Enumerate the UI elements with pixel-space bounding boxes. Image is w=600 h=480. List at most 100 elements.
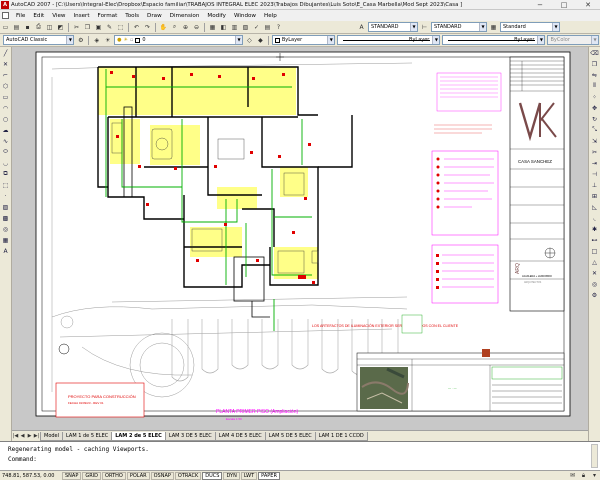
tab-lam-2-elec[interactable]: LAM 2 de 5 ELEC [111, 432, 166, 441]
copy-icon[interactable]: ❐ [83, 23, 92, 32]
join-icon[interactable]: ⊞ [590, 191, 600, 201]
markup-icon[interactable]: ✓ [252, 23, 261, 32]
linetype-select[interactable]: ByLayer ▼ [337, 35, 441, 45]
sheet-set-icon[interactable]: ▧ [241, 23, 250, 32]
dropdown-arrow-icon[interactable]: ▼ [537, 36, 545, 44]
dropdown-arrow-icon[interactable]: ▼ [327, 36, 335, 44]
redo-icon[interactable]: ↷ [143, 23, 152, 32]
tab-model[interactable]: Model [40, 432, 64, 441]
grid-toggle[interactable]: GRID [82, 471, 102, 480]
tab-lam-5-elec[interactable]: LAM 5 DE 5 ELEC [264, 432, 316, 441]
ducs-toggle[interactable]: DUCS [202, 471, 223, 480]
rectangle-icon[interactable]: ▭ [1, 92, 11, 102]
undo-icon[interactable]: ↶ [132, 23, 141, 32]
last-tab-button[interactable]: ▶| [33, 432, 40, 441]
offset-icon[interactable]: ⫴ [590, 81, 600, 91]
document-icon[interactable] [2, 12, 9, 19]
snap-from-icon[interactable]: ⊷ [590, 235, 600, 245]
midpoint-snap-icon[interactable]: △ [590, 257, 600, 267]
line-icon[interactable]: ╱ [1, 48, 11, 58]
new-file-icon[interactable]: ▭ [1, 23, 10, 32]
copy-object-icon[interactable]: ❐ [590, 59, 600, 69]
paste-icon[interactable]: ▣ [94, 23, 103, 32]
pan-icon[interactable]: ✋ [159, 23, 168, 32]
region-icon[interactable]: ◎ [1, 224, 11, 234]
endpoint-snap-icon[interactable]: □ [590, 246, 600, 256]
tab-lam-4-elec[interactable]: LAM 4 DE 5 ELEC [214, 432, 266, 441]
construction-line-icon[interactable]: ✕ [1, 59, 11, 69]
layer-select[interactable]: ● ☀ ▫ 0 ▼ [114, 35, 243, 45]
menu-draw[interactable]: Draw [143, 13, 166, 19]
menu-edit[interactable]: Edit [29, 13, 48, 19]
make-current-layer-icon[interactable]: ◇ [245, 36, 254, 45]
communication-center-icon[interactable]: ✉ [568, 471, 577, 480]
minimize-button[interactable]: − [528, 0, 552, 10]
workspace-select[interactable]: AutoCAD Classic ▼ [3, 35, 75, 45]
paper-toggle[interactable]: PAPER [258, 471, 280, 480]
dropdown-arrow-icon[interactable]: ▼ [66, 36, 74, 44]
osnap-toggle[interactable]: OSNAP [150, 471, 174, 480]
dyn-toggle[interactable]: DYN [223, 471, 240, 480]
extend-icon[interactable]: ⇥ [590, 158, 600, 168]
explode-icon[interactable]: ✱ [590, 224, 600, 234]
block-editor-icon[interactable]: ⬚ [116, 23, 125, 32]
rotate-icon[interactable]: ↻ [590, 114, 600, 124]
ellipse-icon[interactable]: ⬭ [1, 147, 11, 157]
lwt-toggle[interactable]: LWT [240, 471, 258, 480]
dropdown-arrow-icon[interactable]: ▼ [235, 36, 242, 44]
center-snap-icon[interactable]: ◎ [590, 279, 600, 289]
menu-tools[interactable]: Tools [121, 13, 143, 19]
cut-icon[interactable]: ✂ [72, 23, 81, 32]
command-scrollbar[interactable] [591, 444, 598, 468]
open-file-icon[interactable]: ▤ [12, 23, 21, 32]
array-icon[interactable]: ⁘ [590, 92, 600, 102]
menu-window[interactable]: Window [230, 13, 260, 19]
status-menu-icon[interactable]: ▾ [590, 471, 599, 480]
revision-cloud-icon[interactable]: ☁ [1, 125, 11, 135]
tab-lam-1-elec[interactable]: LAM 1 de 5 ELEC [62, 432, 113, 441]
hatch-icon[interactable]: ▨ [1, 202, 11, 212]
menu-help[interactable]: Help [260, 13, 281, 19]
menu-dimension[interactable]: Dimension [166, 13, 204, 19]
maximize-button[interactable]: □ [552, 0, 576, 10]
multiline-text-icon[interactable]: A [1, 246, 11, 256]
next-tab-button[interactable]: ▶ [26, 432, 33, 441]
first-tab-button[interactable]: |◀ [12, 432, 19, 441]
plot-preview-icon[interactable]: ◫ [45, 23, 54, 32]
scale-icon[interactable]: ⤡ [590, 125, 600, 135]
menu-file[interactable]: File [12, 13, 29, 19]
stretch-icon[interactable]: ⇲ [590, 136, 600, 146]
color-select[interactable]: ByLayer ▼ [271, 35, 336, 45]
erase-icon[interactable]: ⌫ [590, 48, 600, 58]
cursor-coordinates[interactable]: 748.81, 587.53, 0.00 [0, 473, 62, 479]
arc-icon[interactable]: ◠ [1, 103, 11, 113]
layer-properties-icon[interactable]: ◈ [92, 36, 101, 45]
trim-icon[interactable]: ✂ [590, 147, 600, 157]
print-icon[interactable]: ⎙ [34, 23, 43, 32]
dropdown-arrow-icon[interactable]: ▼ [410, 23, 417, 31]
menu-insert[interactable]: Insert [70, 13, 94, 19]
point-icon[interactable]: · [1, 191, 11, 201]
save-icon[interactable]: ▪ [23, 23, 32, 32]
dropdown-arrow-icon[interactable]: ▼ [479, 23, 486, 31]
workspace-settings-icon[interactable]: ⚙ [76, 36, 85, 45]
text-style-select[interactable]: STANDARD ▼ [368, 22, 418, 32]
publish-icon[interactable]: ◩ [56, 23, 65, 32]
properties-icon[interactable]: ▦ [208, 23, 217, 32]
lineweight-select[interactable]: ByLayer ▼ [442, 35, 546, 45]
table-icon[interactable]: ▦ [1, 235, 11, 245]
snap-toggle[interactable]: SNAP [62, 471, 82, 480]
mirror-icon[interactable]: ⇋ [590, 70, 600, 80]
tab-lam-3-elec[interactable]: LAM 3 DE 5 ELEC [164, 432, 216, 441]
lock-toolbar-icon[interactable]: 🔒︎ [579, 471, 588, 480]
make-block-icon[interactable]: ⬚ [1, 180, 11, 190]
table-style-select[interactable]: Standard ▼ [500, 22, 560, 32]
zoom-previous-icon[interactable]: ⊖ [192, 23, 201, 32]
zoom-realtime-icon[interactable]: ⌕ [170, 23, 179, 32]
dropdown-arrow-icon[interactable]: ▼ [552, 23, 559, 31]
break-at-point-icon[interactable]: ⊣ [590, 169, 600, 179]
help-icon[interactable]: ? [274, 23, 283, 32]
ortho-toggle[interactable]: ORTHO [102, 471, 126, 480]
dropdown-arrow-icon[interactable]: ▼ [432, 36, 440, 44]
menu-format[interactable]: Format [94, 13, 122, 19]
